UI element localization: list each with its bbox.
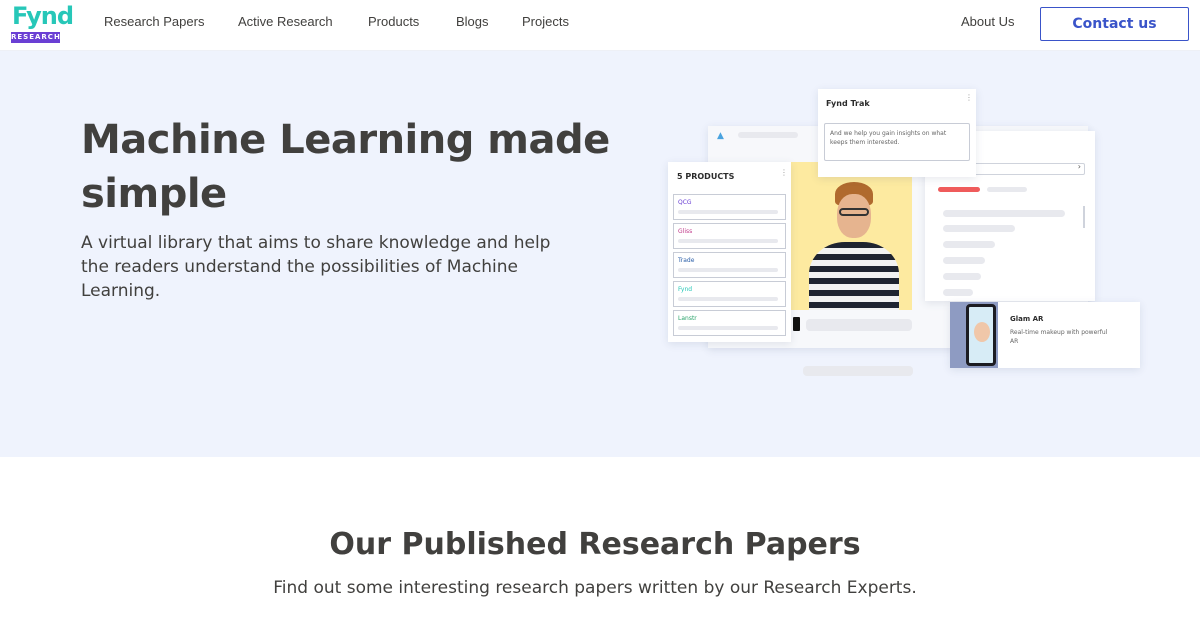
fynd-research-logo[interactable]: Fynd RESEARCH <box>10 2 74 44</box>
more-icon: ⋮ <box>965 93 973 102</box>
placeholder-bar <box>943 257 985 264</box>
placeholder-bar <box>943 289 973 296</box>
placeholder-bar <box>943 241 995 248</box>
contact-us-button[interactable]: Contact us <box>1040 7 1189 41</box>
trak-message: And we help you gain insights on what ke… <box>830 130 947 146</box>
placeholder-bar <box>678 210 778 214</box>
placeholder-bar <box>678 326 778 330</box>
placeholder-bar <box>943 225 1015 232</box>
nav-active-research[interactable]: Active Research <box>238 14 333 29</box>
trak-message-box: And we help you gain insights on what ke… <box>824 123 970 161</box>
products-card: 5 PRODUCTS ⋮ QCG Gliss Trade Fynd Lanstr <box>668 162 791 342</box>
app-logo-icon: ▲ <box>717 131 724 141</box>
hero-illustration: ▲ › 5 PRODUCTS ⋮ QCG Gliss Trade Fynd La… <box>660 86 1150 376</box>
placeholder-bar <box>987 187 1027 192</box>
site-header: Fynd RESEARCH Research Papers Active Res… <box>0 0 1200 51</box>
phone-image <box>950 302 998 368</box>
status-bar-red <box>938 187 980 192</box>
scrollbar <box>1083 206 1085 228</box>
product-item: Gliss <box>673 223 786 249</box>
products-heading: 5 PRODUCTS <box>677 172 735 181</box>
hero-description: A virtual library that aims to share kno… <box>81 233 551 301</box>
glam-ar-description: Real-time makeup with powerful AR <box>1010 329 1108 345</box>
hero-title: Machine Learning made simple <box>81 117 610 217</box>
hero-section: Machine Learning made simple A virtual l… <box>0 51 1200 457</box>
person-face <box>837 194 871 238</box>
chevron-right-icon: › <box>1077 162 1081 171</box>
product-item: Fynd <box>673 281 786 307</box>
placeholder-bar <box>943 210 1065 217</box>
product-tag: QCG <box>678 199 692 206</box>
logo-wordmark: Fynd <box>12 2 74 30</box>
phone-icon <box>793 317 800 331</box>
glam-ar-card: Glam AR Real-time makeup with powerful A… <box>950 302 1140 368</box>
glam-ar-title: Glam AR <box>1010 315 1044 323</box>
nav-blogs[interactable]: Blogs <box>456 14 489 29</box>
section-subtitle: Find out some interesting research paper… <box>273 578 917 598</box>
placeholder-bar <box>678 239 778 243</box>
product-item: Trade <box>673 252 786 278</box>
placeholder-bar <box>943 273 981 280</box>
person-photo <box>791 162 912 310</box>
placeholder-bar <box>803 366 913 376</box>
product-tag: Trade <box>678 257 695 264</box>
nav-research-papers[interactable]: Research Papers <box>104 14 204 29</box>
person-shirt <box>809 242 899 310</box>
product-item: Lanstr <box>673 310 786 336</box>
fynd-trak-card: Fynd Trak ⋮ And we help you gain insight… <box>818 89 976 177</box>
placeholder-bar <box>738 132 798 138</box>
glasses-icon <box>839 208 869 216</box>
placeholder-bar <box>806 319 912 331</box>
fynd-trak-title: Fynd Trak <box>826 99 870 108</box>
placeholder-bar <box>678 268 778 272</box>
product-item: QCG <box>673 194 786 220</box>
nav-products[interactable]: Products <box>368 14 419 29</box>
logo-badge: RESEARCH <box>11 32 61 43</box>
more-icon: ⋮ <box>780 168 788 177</box>
nav-projects[interactable]: Projects <box>522 14 569 29</box>
product-tag: Fynd <box>678 286 693 293</box>
model-face <box>974 322 990 342</box>
placeholder-bar <box>678 297 778 301</box>
product-tag: Lanstr <box>678 315 697 322</box>
section-title: Our Published Research Papers <box>329 527 861 562</box>
nav-about-us[interactable]: About Us <box>961 14 1014 29</box>
product-tag: Gliss <box>678 228 693 235</box>
